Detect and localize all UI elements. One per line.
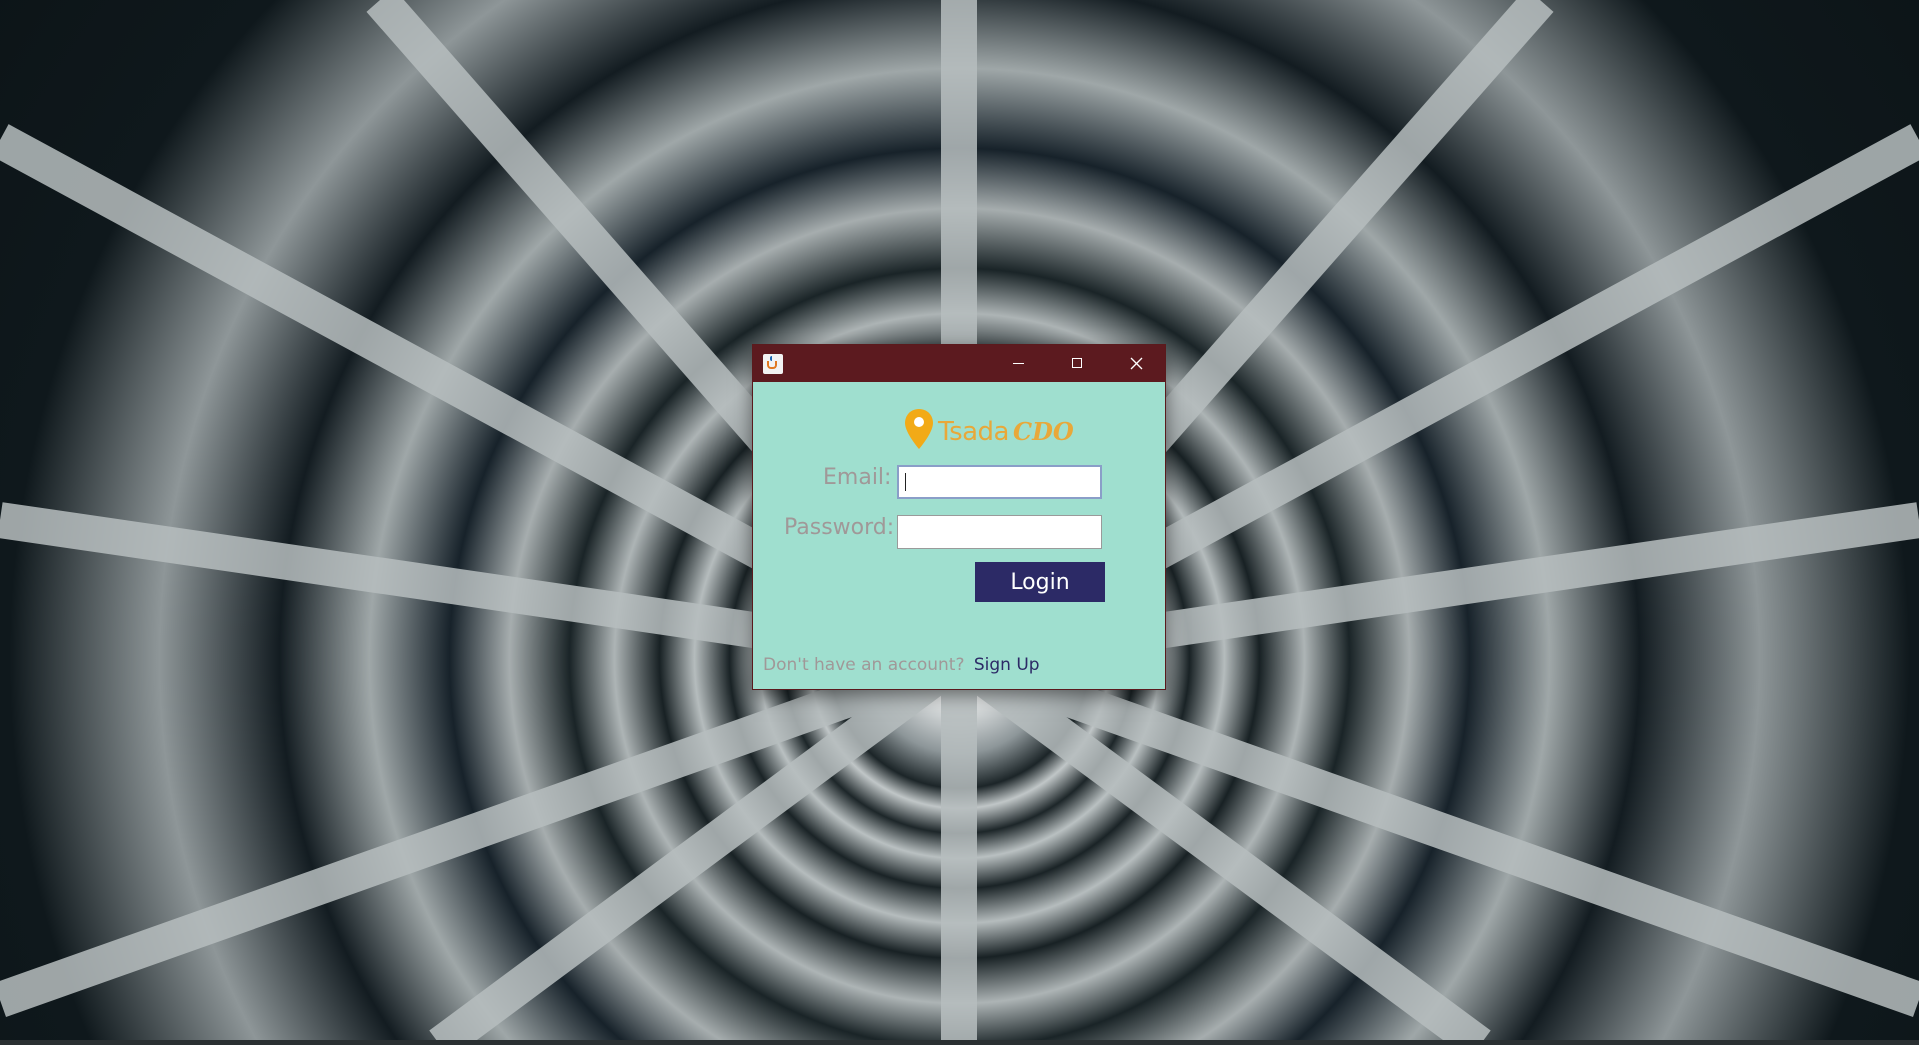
password-field[interactable] <box>897 515 1102 549</box>
minimize-icon <box>1013 363 1024 364</box>
text-caret <box>905 473 906 491</box>
maximize-button[interactable] <box>1048 345 1106 382</box>
email-field[interactable] <box>897 465 1102 499</box>
logo-text: Tsada <box>938 417 1010 447</box>
app-logo: Tsada CDO <box>903 407 1074 451</box>
login-window: Tsada CDO Email: Password: Login Don't h… <box>753 345 1165 689</box>
login-button[interactable]: Login <box>975 562 1105 602</box>
signup-row: Don't have an account? Sign Up <box>763 655 1040 675</box>
signup-prompt: Don't have an account? <box>763 655 965 675</box>
email-label: Email: <box>823 465 892 490</box>
logo-script-text: CDO <box>1013 417 1074 446</box>
maximize-icon <box>1072 358 1082 368</box>
title-bar[interactable] <box>753 345 1165 382</box>
minimize-button[interactable] <box>989 345 1047 382</box>
bottom-strip <box>0 1040 1919 1045</box>
close-button[interactable] <box>1107 345 1165 382</box>
signup-link[interactable]: Sign Up <box>974 655 1040 675</box>
password-label: Password: <box>784 515 895 540</box>
map-pin-icon <box>905 409 933 449</box>
close-icon <box>1130 357 1143 370</box>
java-app-icon <box>763 354 783 374</box>
